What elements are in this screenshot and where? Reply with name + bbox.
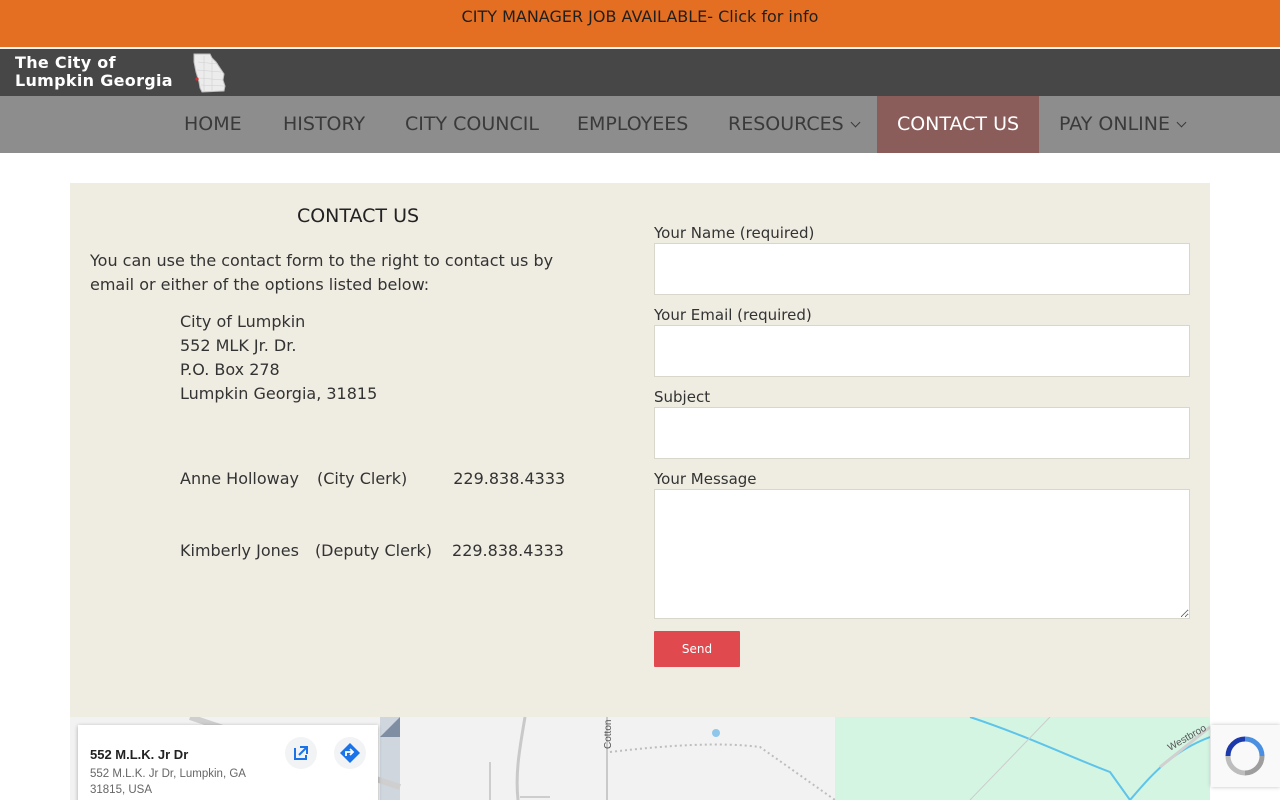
chevron-down-icon — [850, 117, 861, 128]
site-header: The City of Lumpkin Georgia — [0, 49, 1280, 96]
open-in-maps-button[interactable] — [285, 737, 317, 769]
staff-phone: 229.838.4333 — [452, 541, 564, 560]
send-button[interactable]: Send — [654, 631, 740, 667]
staff-name: Anne Holloway — [180, 469, 300, 488]
staff-role: (City Clerk) — [317, 469, 408, 488]
announcement-banner[interactable]: CITY MANAGER JOB AVAILABLE- Click for in… — [0, 0, 1280, 47]
staff-name: Kimberly Jones — [180, 541, 299, 560]
nav-item-resources-label: RESOURCES — [728, 113, 844, 135]
logo-line-1: The City of — [15, 53, 116, 72]
recaptcha-badge[interactable] — [1211, 725, 1280, 787]
chevron-down-icon — [1176, 117, 1187, 128]
staff-role: (Deputy Clerk) — [314, 541, 433, 560]
nav-item-pay-online-label: PAY ONLINE — [1059, 113, 1170, 135]
recaptcha-icon — [1225, 736, 1265, 776]
contact-form: Your Name (required) Your Email (require… — [654, 223, 1190, 629]
nav-item-contact-us[interactable]: CONTACT US — [877, 96, 1039, 153]
address-line: Lumpkin Georgia, 31815 — [180, 384, 378, 403]
address-line: City of Lumpkin — [180, 312, 306, 331]
message-textarea[interactable] — [654, 489, 1190, 619]
staff-row: Anne Holloway (City Clerk) 229.838.4333 — [180, 467, 565, 491]
address-line: 552 MLK Jr. Dr. — [180, 336, 297, 355]
message-label: Your Message — [654, 470, 757, 488]
directions-button[interactable] — [334, 737, 366, 769]
main-nav: HOME HISTORY CITY COUNCIL EMPLOYEES RESO… — [0, 96, 1280, 153]
map-street-label: Cotton — [603, 720, 614, 749]
email-input[interactable] — [654, 325, 1190, 377]
page-title: CONTACT US — [296, 205, 420, 227]
map-embed[interactable]: Cotton Westbroo 552 M.L.K. Jr Dr 552 M.L… — [70, 717, 1210, 800]
nav-item-home[interactable]: HOME — [184, 96, 242, 153]
nav-item-city-council[interactable]: CITY COUNCIL — [405, 96, 539, 153]
logo-line-2: Lumpkin Georgia — [15, 71, 173, 90]
address-line: P.O. Box 278 — [180, 360, 280, 379]
map-place-title: 552 M.L.K. Jr Dr — [90, 747, 189, 762]
name-input[interactable] — [654, 243, 1190, 295]
nav-item-history[interactable]: HISTORY — [283, 96, 365, 153]
georgia-map-icon — [193, 53, 226, 93]
site-logo[interactable]: The City of Lumpkin Georgia — [15, 54, 173, 90]
subject-input[interactable] — [654, 407, 1190, 459]
subject-label: Subject — [654, 388, 711, 406]
nav-item-pay-online[interactable]: PAY ONLINE — [1059, 96, 1187, 153]
directions-icon — [340, 743, 360, 763]
map-place-address: 552 M.L.K. Jr Dr, Lumpkin, GA 31815, USA — [90, 768, 246, 796]
map-place-card: 552 M.L.K. Jr Dr 552 M.L.K. Jr Dr, Lumpk… — [78, 725, 378, 800]
staff-phone: 229.838.4333 — [453, 469, 566, 488]
external-link-icon — [294, 746, 308, 760]
staff-contacts: Anne Holloway (City Clerk) 229.838.4333 Ki… — [180, 419, 565, 611]
contact-intro: You can use the contact form to the righ… — [90, 251, 554, 294]
staff-row: Kimberly Jones (Deputy Clerk) 229.838.4333 — [180, 539, 565, 563]
email-label: Your Email (required) — [654, 306, 812, 324]
nav-item-resources[interactable]: RESOURCES — [728, 96, 861, 153]
announcement-link[interactable]: CITY MANAGER JOB AVAILABLE- Click for in… — [462, 7, 819, 26]
name-label: Your Name (required) — [654, 224, 815, 242]
nav-item-employees[interactable]: EMPLOYEES — [577, 96, 688, 153]
postal-address: City of Lumpkin 552 MLK Jr. Dr. P.O. Box… — [180, 310, 377, 406]
contact-panel: CONTACT US You can use the contact form … — [70, 183, 1210, 717]
